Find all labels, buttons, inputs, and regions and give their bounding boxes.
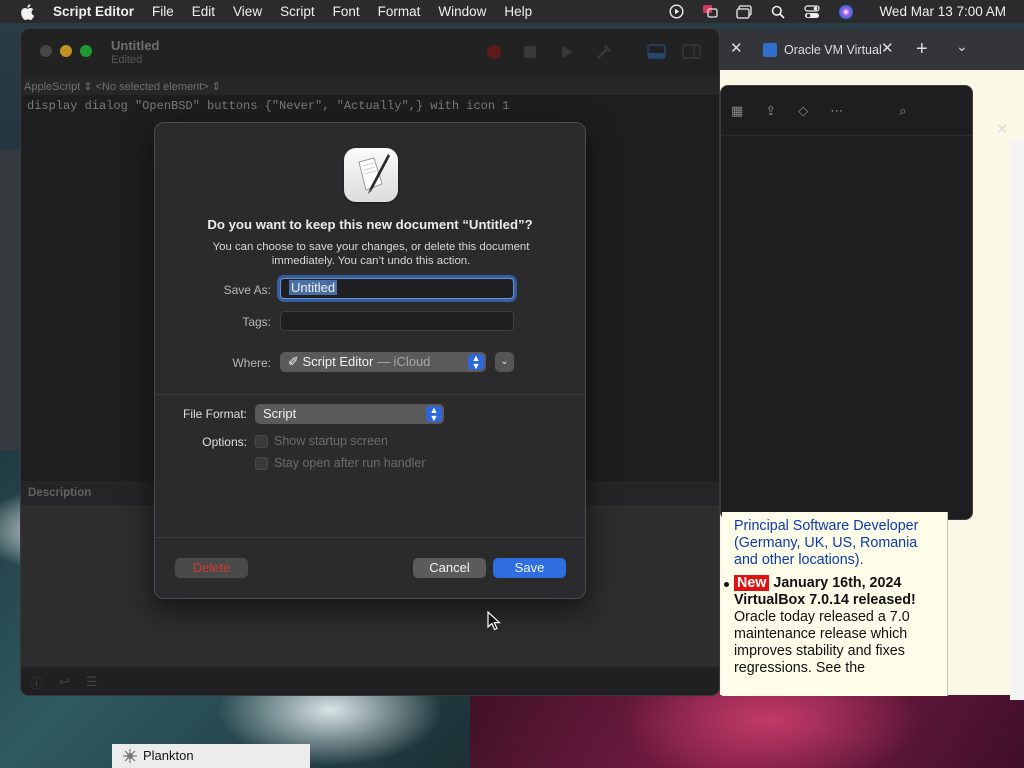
folder-icon: ✐	[288, 354, 303, 369]
share-icon[interactable]: ⇪	[765, 103, 776, 119]
chevron-updown-icon: ▲ ▼	[468, 354, 484, 371]
chevron-updown-icon: ▲ ▼	[426, 406, 442, 423]
file-format-popup[interactable]: Script ▲ ▼	[255, 404, 444, 424]
save-as-label: Save As:	[223, 283, 271, 297]
news-item: New January 16th, 2024 VirtualBox 7.0.14…	[724, 575, 939, 677]
menu-app-name[interactable]: Script Editor	[53, 4, 134, 19]
browser-tab-bar: ✕ Oracle VM Virtual ✕ + ⌄	[700, 30, 1024, 70]
status-menus: Wed Mar 13 7:00 AM	[667, 0, 1006, 23]
divider	[155, 537, 585, 538]
play-circle-icon[interactable]	[667, 4, 685, 20]
options-label: Options:	[202, 435, 247, 449]
plankton-dock-item[interactable]: Plankton	[112, 744, 310, 768]
spotlight-search-icon[interactable]	[769, 4, 787, 20]
divider	[155, 394, 585, 395]
tags-field[interactable]	[280, 311, 514, 331]
browser-scrollbar[interactable]	[1010, 140, 1024, 700]
control-center-icon[interactable]	[803, 4, 821, 20]
dialog-title: Do you want to keep this new document “U…	[207, 217, 533, 232]
startup-screen-label: Show startup screen	[274, 434, 388, 448]
close-tab-icon[interactable]: ✕	[881, 39, 894, 57]
where-popup[interactable]: ✐ Script Editor — iCloud ▲ ▼	[280, 352, 486, 372]
tags-label: Tags:	[242, 315, 271, 329]
menu-file[interactable]: File	[152, 4, 174, 19]
stay-open-option[interactable]: Stay open after run handler	[255, 456, 426, 470]
startup-screen-checkbox[interactable]	[255, 434, 268, 448]
menu-view[interactable]: View	[233, 4, 262, 19]
mail-toolbar: ▦ ⇪ ◇ ⋯ ⌕	[721, 86, 972, 136]
siri-icon[interactable]	[837, 4, 855, 20]
menu-edit[interactable]: Edit	[192, 4, 215, 19]
menu-help[interactable]: Help	[504, 4, 532, 19]
save-dialog: Do you want to keep this new document “U…	[154, 122, 586, 599]
window-icon[interactable]	[735, 4, 753, 20]
search-icon[interactable]: ⌕	[899, 103, 906, 119]
close-icon[interactable]: ✕	[987, 118, 1017, 142]
bullet-icon	[724, 582, 729, 587]
screen-sharing-icon[interactable]	[701, 4, 719, 20]
virtualbox-favicon-icon	[763, 43, 777, 57]
save-button[interactable]: Save	[493, 558, 566, 578]
new-tab-icon[interactable]: +	[916, 38, 928, 61]
grid-icon[interactable]: ▦	[731, 103, 743, 119]
close-tab-icon[interactable]: ✕	[730, 39, 743, 57]
menu-window[interactable]: Window	[438, 4, 486, 19]
where-value: Script Editor	[302, 354, 374, 369]
apple-menu-icon[interactable]	[20, 3, 34, 20]
chevron-down-icon[interactable]: ⌄	[956, 38, 968, 55]
news-body: Oracle today released a 7.0 maintenance …	[734, 609, 910, 676]
dialog-message: You can choose to save your changes, or …	[212, 241, 530, 267]
cancel-button[interactable]: Cancel	[413, 558, 486, 578]
stay-open-checkbox[interactable]	[255, 456, 268, 470]
more-icon[interactable]: ⋯	[830, 103, 843, 119]
tag-icon[interactable]: ◇	[798, 103, 808, 119]
where-location: — iCloud	[373, 354, 431, 369]
job-link[interactable]: Principal Software Developer (Germany, U…	[734, 518, 939, 569]
plankton-icon	[123, 749, 137, 763]
expand-chevron-icon[interactable]: ⌄	[495, 352, 514, 372]
menu-script[interactable]: Script	[280, 4, 315, 19]
background-window-edge	[0, 150, 20, 450]
save-as-value: Untitled	[289, 280, 338, 295]
script-editor-app-icon	[344, 148, 398, 202]
menu-font[interactable]: Font	[333, 4, 360, 19]
stay-open-label: Stay open after run handler	[274, 456, 426, 470]
news-panel: Principal Software Developer (Germany, U…	[722, 512, 948, 696]
mouse-cursor-icon	[487, 611, 501, 631]
browser-tab-title: Oracle VM Virtual	[784, 43, 882, 57]
menu-format[interactable]: Format	[378, 4, 421, 19]
menu-bar: Script Editor File Edit View Script Font…	[0, 0, 1024, 23]
new-badge: New	[734, 575, 770, 591]
startup-screen-option[interactable]: Show startup screen	[255, 434, 388, 448]
where-label: Where:	[232, 356, 271, 370]
delete-button[interactable]: Delete	[175, 558, 248, 578]
file-format-value: Script	[263, 406, 297, 421]
browser-tab[interactable]: Oracle VM Virtual	[757, 34, 899, 66]
plankton-label: Plankton	[143, 748, 194, 763]
menu-clock[interactable]: Wed Mar 13 7:00 AM	[879, 4, 1006, 19]
save-as-field[interactable]: Untitled	[280, 278, 514, 299]
mail-window: ▦ ⇪ ◇ ⋯ ⌕	[720, 85, 973, 520]
file-format-label: File Format:	[182, 407, 247, 421]
